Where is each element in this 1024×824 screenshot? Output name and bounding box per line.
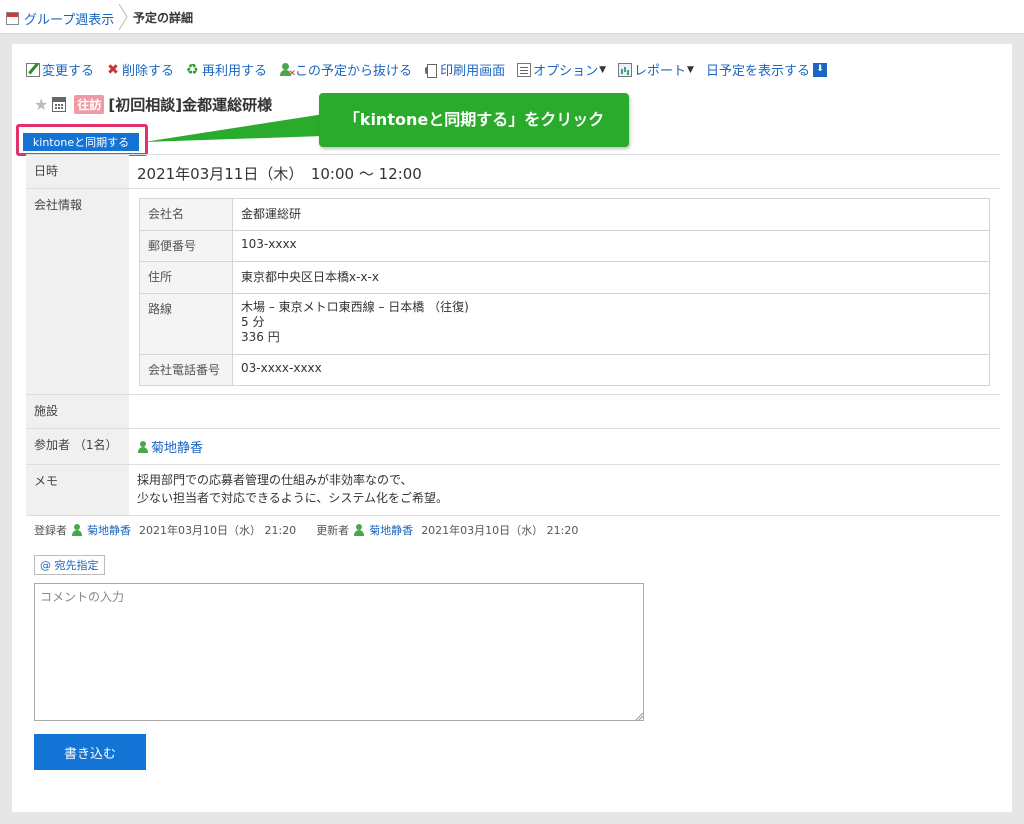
edit-icon [26,62,40,77]
company-name-label: 会社名 [139,198,233,231]
route-line: 木場 – 東京メトロ東西線 – 日本橋 （往復) [241,300,469,314]
submit-comment-button[interactable]: 書き込む [34,734,146,770]
registered-user: 菊地静香 [87,524,131,537]
event-title: [初回相談]金都運総研様 [108,96,273,114]
star-icon[interactable]: ★ [34,95,48,114]
company-name-value: 金都運総研 [232,198,990,231]
zip-value: 103-xxxx [232,230,990,262]
registered-label: 登録者 [34,524,67,537]
resize-handle-icon[interactable] [635,712,643,720]
day-view-label: 日予定を表示する [705,64,810,79]
calendar-icon [6,12,19,25]
updated-user-link[interactable]: 菊地静香 [353,522,417,538]
leave-event-label: この予定から抜ける [295,64,413,79]
memo-label: メモ [26,465,129,515]
updated-time: 2021年03月10日（水） 21:20 [421,524,579,537]
datetime-row: 日時 2021年03月11日（木） 10:00 ～ 12:00 [26,154,1000,188]
calendar-icon [52,97,67,112]
route-duration: 5 分 [241,315,265,329]
route-fare: 336 円 [241,330,280,344]
kintone-sync-button[interactable]: kintoneと同期する [23,133,139,151]
instruction-callout: 「kintoneと同期する」をクリック [319,93,629,147]
user-icon [71,524,83,536]
route-value: 木場 – 東京メトロ東西線 – 日本橋 （往復) 5 分 336 円 [232,293,990,355]
action-toolbar: 変更する ✖ 削除する ♻ 再利用する ✕ この予定から抜ける 印刷用画面 オプ… [26,60,841,79]
reuse-label: 再利用する [202,64,268,79]
updated-label: 更新者 [316,524,350,537]
report-icon [618,62,633,77]
breadcrumb-separator-icon [118,4,128,30]
list-icon [517,62,532,77]
user-remove-icon: ✕ [279,62,296,79]
facility-row: 施設 [26,394,1000,428]
event-title-row: ★ 往訪 [初回相談]金都運総研様 [34,94,272,115]
company-label: 会社情報 [26,189,129,394]
printer-icon [424,63,438,78]
attendees-label: 参加者 （1名） [26,429,129,464]
facility-label: 施設 [26,395,129,428]
caret-down-icon: ▼ [687,64,694,75]
delete-label: 削除する [122,64,175,79]
memo-row: メモ 採用部門での応募者管理の仕組みが非効率なので、 少ない担当者で対応できるよ… [26,464,1000,516]
print-button[interactable]: 印刷用画面 [424,60,505,79]
mention-button[interactable]: @ 宛先指定 [34,555,105,575]
recycle-icon: ♻ [186,61,199,78]
datetime-label: 日時 [26,155,129,188]
arrow-down-icon: ⬇ [812,62,827,77]
registered-user-link[interactable]: 菊地静香 [71,522,135,538]
memo-line: 採用部門での応募者管理の仕組みが非効率なので、 [137,473,413,487]
callout-arrow [144,114,324,142]
options-menu[interactable]: オプション ▼ [517,60,606,79]
user-icon [353,524,365,536]
datetime-value: 2021年03月11日（木） 10:00 ～ 12:00 [137,165,422,183]
caret-down-icon: ▼ [599,64,607,75]
breadcrumb: グループ週表示 予定の詳細 [0,0,1024,34]
delete-icon: ✖ [107,61,119,78]
breadcrumb-home[interactable]: グループ週表示 [6,9,114,28]
leave-event-button[interactable]: ✕ この予定から抜ける [279,60,412,79]
event-info-table: 日時 2021年03月11日（木） 10:00 ～ 12:00 会社情報 会社名… [26,154,1000,516]
zip-label: 郵便番号 [139,230,233,262]
comment-input[interactable] [34,583,644,721]
event-detail-panel: 変更する ✖ 削除する ♻ 再利用する ✕ この予定から抜ける 印刷用画面 オプ… [12,44,1012,812]
memo-line: 少ない担当者で対応できるように、システム化をご希望。 [137,491,449,505]
attendee-link[interactable]: 菊地静香 [137,437,203,456]
report-menu[interactable]: レポート ▼ [618,60,694,79]
breadcrumb-home-link[interactable]: グループ週表示 [24,9,114,28]
edit-label: 変更する [42,64,95,79]
attendees-row: 参加者 （1名） 菊地静香 [26,428,1000,464]
reuse-button[interactable]: ♻ 再利用する [186,60,268,80]
phone-label: 会社電話番号 [139,354,233,386]
event-tag: 往訪 [74,95,105,114]
updated-user: 菊地静香 [369,524,414,537]
company-info-table: 会社名 金都運総研 郵便番号 103-xxxx 住所 東京都中央区日本橋x-x-… [139,198,990,386]
phone-value: 03-xxxx-xxxx [232,354,990,386]
route-label: 路線 [139,293,233,355]
company-row: 会社情報 会社名 金都運総研 郵便番号 103-xxxx 住所 東京都中央区日本… [26,188,1000,394]
options-label: オプション [533,64,599,79]
breadcrumb-current: 予定の詳細 [133,11,194,25]
print-label: 印刷用画面 [440,64,506,79]
edit-button[interactable]: 変更する [26,60,94,79]
record-meta: 登録者 菊地静香 2021年03月10日（水） 21:20 更新者 菊地静香 2… [34,522,582,538]
address-label: 住所 [139,261,233,294]
report-label: レポート [634,64,687,79]
day-view-link[interactable]: 日予定を表示する ⬇ [706,60,829,79]
registered-time: 2021年03月10日（水） 21:20 [139,524,297,537]
address-value: 東京都中央区日本橋x-x-x [232,261,990,294]
delete-button[interactable]: ✖ 削除する [106,60,175,80]
attendee-name: 菊地静香 [151,441,204,456]
user-icon [137,440,149,453]
